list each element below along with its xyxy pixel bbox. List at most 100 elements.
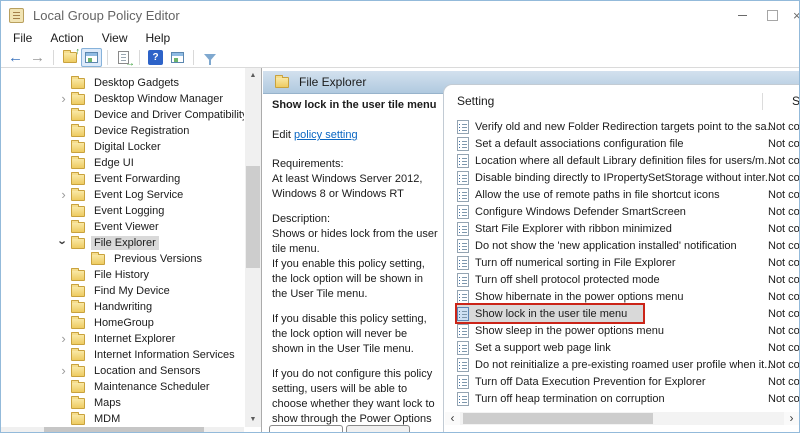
setting-row[interactable]: Set a default associations configuration…: [444, 135, 799, 152]
back-icon[interactable]: [5, 48, 26, 67]
scroll-up-icon[interactable]: [245, 68, 261, 83]
policy-setting-icon: [457, 307, 469, 321]
tree-item[interactable]: File Explorer: [1, 235, 244, 251]
setting-row[interactable]: Disable binding directly to IPropertySet…: [444, 169, 799, 186]
tree-item[interactable]: Digital Locker: [1, 139, 244, 155]
show-console-tree-icon[interactable]: [81, 48, 102, 67]
tree-item[interactable]: MDM: [1, 411, 244, 427]
tree-item[interactable]: Location and Sensors: [1, 363, 244, 379]
tree-expander-icon[interactable]: [56, 299, 71, 315]
setting-row[interactable]: Start File Explorer with ribbon minimize…: [444, 220, 799, 237]
setting-row[interactable]: Do not show the 'new application install…: [444, 237, 799, 254]
column-divider[interactable]: [762, 93, 763, 110]
close-button[interactable]: [787, 1, 799, 29]
tree-expander-icon[interactable]: [76, 251, 91, 267]
menu-item[interactable]: File: [4, 30, 41, 47]
tree-expander-icon[interactable]: [56, 203, 71, 219]
setting-row[interactable]: Turn off shell protocol protected mode N…: [444, 271, 799, 288]
tree-item[interactable]: Maintenance Scheduler: [1, 379, 244, 395]
setting-row[interactable]: Show sleep in the power options menu Not…: [444, 322, 799, 339]
tree-item[interactable]: Event Log Service: [1, 187, 244, 203]
folder-icon: [71, 206, 85, 217]
tab-extended[interactable]: [269, 425, 343, 432]
setting-state: Not configured: [768, 206, 799, 218]
tree-item[interactable]: Internet Explorer: [1, 331, 244, 347]
scroll-right-icon[interactable]: ›: [784, 412, 799, 425]
menu-item[interactable]: Action: [41, 30, 92, 47]
tab-standard[interactable]: [346, 425, 410, 432]
tree-vertical-scrollbar[interactable]: [245, 68, 261, 427]
tree-item[interactable]: Event Viewer: [1, 219, 244, 235]
extended-view-icon[interactable]: [167, 48, 188, 67]
toolbar-separator: [139, 50, 140, 65]
tree-expander-icon[interactable]: [56, 331, 71, 347]
folder-icon: [71, 174, 85, 185]
tree-item[interactable]: Desktop Gadgets: [1, 75, 244, 91]
setting-row[interactable]: Turn off Data Execution Prevention for E…: [444, 373, 799, 390]
setting-row[interactable]: Turn off heap termination on corruption …: [444, 390, 799, 407]
tree-expander-icon[interactable]: [56, 347, 71, 363]
tree-item[interactable]: Find My Device: [1, 283, 244, 299]
tree-hscroll-thumb[interactable]: [44, 427, 204, 432]
tree-item[interactable]: Edge UI: [1, 155, 244, 171]
tree-item[interactable]: File History: [1, 267, 244, 283]
tree-item[interactable]: Maps: [1, 395, 244, 411]
tree-item[interactable]: Desktop Window Manager: [1, 91, 244, 107]
export-list-icon[interactable]: [113, 48, 134, 67]
tree-expander-icon[interactable]: [56, 123, 71, 139]
setting-row[interactable]: Set a support web page link Not configur…: [444, 339, 799, 356]
help-icon[interactable]: [145, 48, 166, 67]
setting-row[interactable]: Turn off numerical sorting in File Explo…: [444, 254, 799, 271]
tree-expander-icon[interactable]: [56, 283, 71, 299]
tree-expander-icon[interactable]: [56, 91, 71, 107]
tree-item[interactable]: Device Registration: [1, 123, 244, 139]
tree-expander-icon[interactable]: [56, 75, 71, 91]
scroll-left-icon[interactable]: ‹: [445, 412, 460, 425]
minimize-button[interactable]: [727, 1, 757, 29]
tree-item[interactable]: Internet Information Services: [1, 347, 244, 363]
tree-expander-icon[interactable]: [56, 363, 71, 379]
filter-icon[interactable]: [199, 48, 220, 67]
tree-item[interactable]: Event Forwarding: [1, 171, 244, 187]
tree-expander-icon[interactable]: [56, 379, 71, 395]
list-horizontal-scrollbar[interactable]: ‹ ›: [445, 412, 799, 425]
setting-row[interactable]: Verify old and new Folder Redirection ta…: [444, 118, 799, 135]
tree-expander-icon[interactable]: [56, 171, 71, 187]
console-tree-pane: Desktop Gadgets Desktop Window Manager D…: [1, 68, 262, 432]
setting-row[interactable]: Allow the use of remote paths in file sh…: [444, 186, 799, 203]
tree-expander-icon[interactable]: [56, 219, 71, 235]
tree-item[interactable]: Event Logging: [1, 203, 244, 219]
tree-expander-icon[interactable]: [56, 139, 71, 155]
setting-row[interactable]: Do not reinitialize a pre-existing roame…: [444, 356, 799, 373]
tree-item[interactable]: HomeGroup: [1, 315, 244, 331]
forward-icon[interactable]: [27, 48, 48, 67]
tree-expander-icon[interactable]: [56, 395, 71, 411]
setting-row[interactable]: Show lock in the user tile menu Not conf…: [444, 305, 799, 322]
maximize-button[interactable]: [757, 1, 787, 29]
tree-expander-icon[interactable]: [56, 107, 71, 123]
list-hscroll-thumb[interactable]: [463, 413, 653, 424]
tree-item[interactable]: Device and Driver Compatibility: [1, 107, 244, 123]
tree-expander-icon[interactable]: [56, 315, 71, 331]
column-header-setting[interactable]: Setting: [457, 94, 494, 108]
scroll-down-icon[interactable]: [245, 412, 261, 427]
policy-setting-link[interactable]: policy setting: [294, 129, 358, 141]
column-header-state[interactable]: State: [792, 94, 799, 108]
up-one-level-icon[interactable]: [59, 48, 80, 67]
tree-expander-icon[interactable]: [56, 187, 71, 203]
tree-item[interactable]: Handwriting: [1, 299, 244, 315]
tree-horizontal-scrollbar[interactable]: [1, 427, 244, 432]
tree-expander-icon[interactable]: [56, 155, 71, 171]
menu-item[interactable]: Help: [137, 30, 180, 47]
setting-row[interactable]: Show hibernate in the power options menu…: [444, 288, 799, 305]
tree-vscroll-thumb[interactable]: [246, 166, 260, 268]
tree-item[interactable]: Previous Versions: [1, 251, 244, 267]
setting-row[interactable]: Location where all default Library defin…: [444, 152, 799, 169]
list-hscroll-track[interactable]: [460, 412, 784, 425]
menu-item[interactable]: View: [93, 30, 137, 47]
setting-row[interactable]: Configure Windows Defender SmartScreen N…: [444, 203, 799, 220]
tree-expander-icon[interactable]: [56, 235, 71, 251]
tree-expander-icon[interactable]: [56, 411, 71, 427]
tree-item-label: Find My Device: [91, 284, 173, 298]
tree-expander-icon[interactable]: [56, 267, 71, 283]
